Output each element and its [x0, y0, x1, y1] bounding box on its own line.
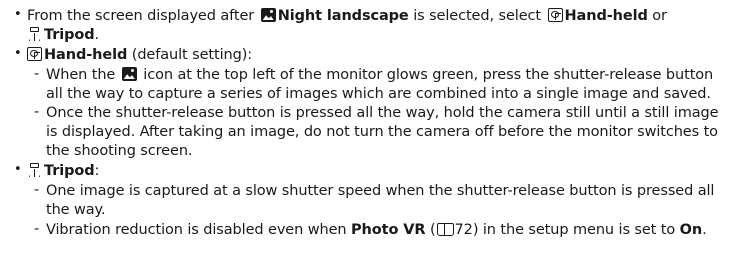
hand-held-icon — [547, 8, 563, 22]
dash-marker: - — [34, 182, 40, 198]
bullet-2-dash-2-line-2: is displayed. After taking an image, do … — [46, 124, 718, 140]
bullet-3-marker: • — [14, 162, 22, 177]
bullet-1-line-1: From the screen displayed after Night la… — [27, 8, 667, 24]
bullet-3-dash-2-line-1: Vibration reduction is disabled even whe… — [46, 222, 707, 238]
dash-marker: - — [34, 66, 40, 82]
bullet-1-line-2: Tripod. — [27, 26, 99, 45]
bullet-2-dash-2-line-3: the shooting screen. — [46, 143, 193, 159]
bullet-2-marker: • — [14, 46, 22, 61]
book-reference-icon — [436, 223, 454, 236]
manual-page: • From the screen displayed after Night … — [0, 0, 733, 260]
hand-held-icon — [27, 47, 42, 61]
dash-marker: - — [34, 221, 40, 237]
bullet-2-dash-2-line-1: Once the shutter-release button is press… — [46, 105, 719, 121]
night-landscape-icon — [260, 8, 276, 22]
bullet-2-heading: Hand-held (default setting): — [27, 46, 252, 65]
bullet-1-marker: • — [14, 7, 22, 22]
bullet-2-dash-1-line-1: When the icon at the top left of the mon… — [46, 67, 714, 83]
bullet-3-dash-1-line-1: One image is captured at a slow shutter … — [46, 183, 715, 199]
dash-marker: - — [34, 104, 40, 120]
bullet-2-dash-1-line-2: all the way to capture a series of image… — [46, 86, 711, 102]
bullet-3-heading: Tripod: — [27, 162, 99, 181]
bullet-3-dash-1-line-2: the way. — [46, 202, 106, 218]
night-landscape-icon — [121, 67, 137, 81]
tripod-icon — [27, 163, 42, 177]
tripod-icon — [27, 27, 42, 41]
